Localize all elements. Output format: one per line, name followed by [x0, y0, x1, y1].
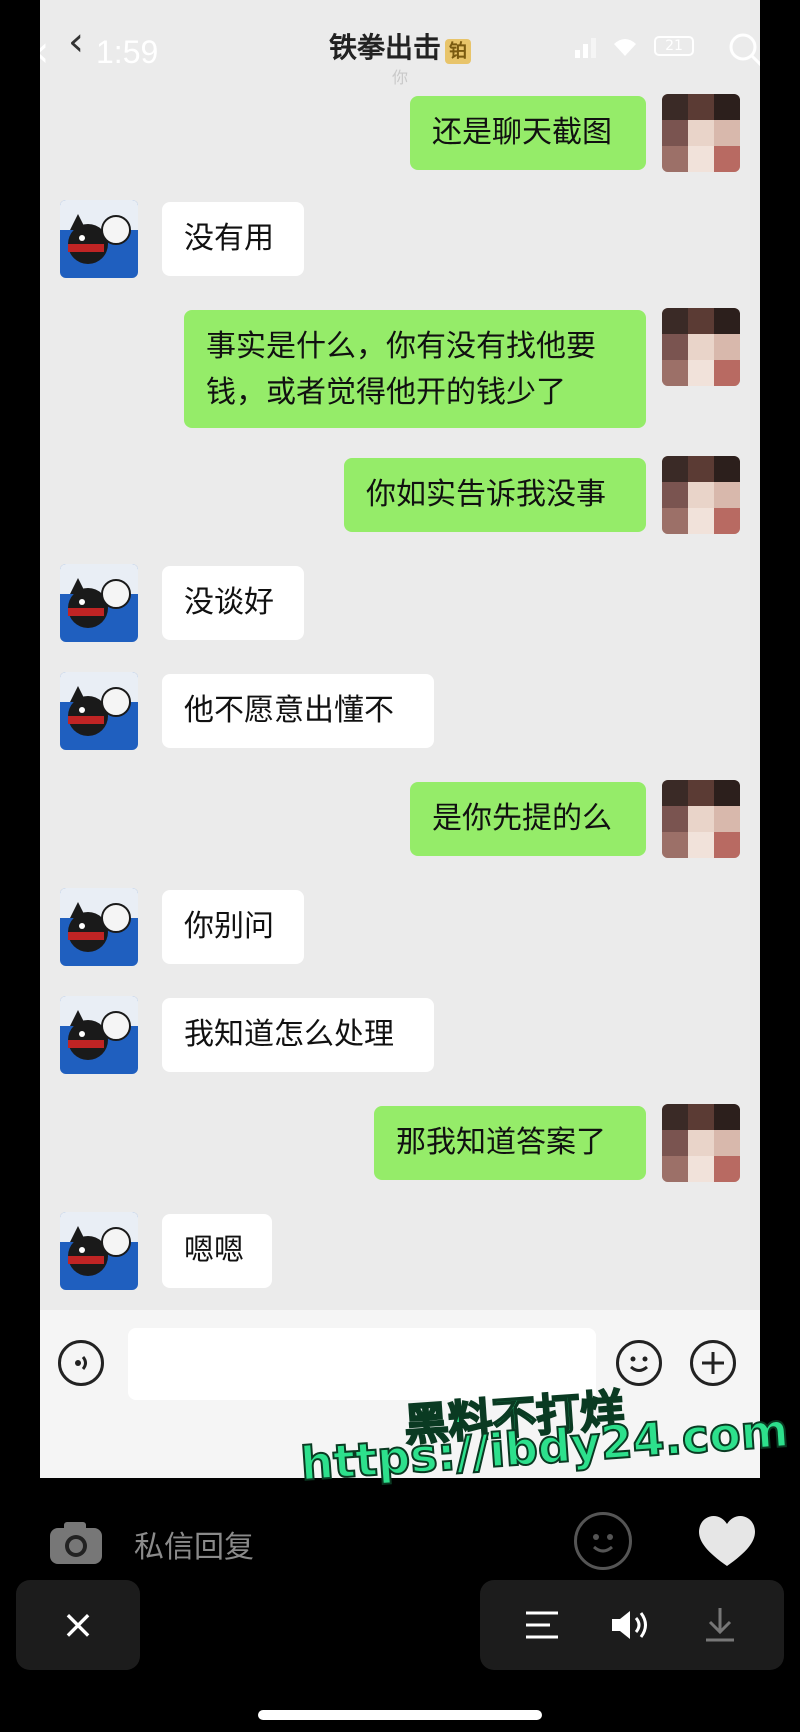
voice-icon[interactable] [58, 1340, 104, 1386]
my-avatar[interactable] [662, 780, 740, 858]
contact-avatar[interactable] [60, 996, 138, 1074]
chat-header: ‹ ‹ 1:59 铁拳出击铂 你 21 [40, 0, 760, 90]
my-avatar[interactable] [662, 1104, 740, 1182]
signal-icon [575, 34, 596, 58]
bottom-toolbar: × [0, 1580, 800, 1732]
message-bubble: 没谈好 [162, 566, 304, 640]
speaker-icon[interactable] [610, 1608, 650, 1642]
message-bubble: 事实是什么，你有没有找他要 钱，或者觉得他开的钱少了 [184, 310, 646, 428]
download-icon[interactable] [702, 1606, 738, 1644]
search-icon[interactable] [726, 30, 760, 70]
my-avatar[interactable] [662, 456, 740, 534]
close-button[interactable]: × [16, 1580, 140, 1670]
home-indicator [258, 1710, 542, 1720]
heart-icon[interactable] [694, 1510, 760, 1570]
message-bubble: 嗯嗯 [162, 1214, 272, 1288]
contact-avatar[interactable] [60, 564, 138, 642]
message-bubble: 你别问 [162, 890, 304, 964]
reply-input[interactable]: 私信回复 [134, 1522, 254, 1566]
message-bubble: 没有用 [162, 202, 304, 276]
message-bubble: 还是聊天截图 [410, 96, 646, 170]
battery-icon: 21 [654, 36, 694, 56]
chat-screenshot: ‹ ‹ 1:59 铁拳出击铂 你 21 还是聊天截图没有用事实是什么，你有没有找… [40, 0, 760, 1478]
menu-icon[interactable] [524, 1608, 560, 1642]
reply-emoji-icon[interactable] [574, 1512, 632, 1570]
plus-icon[interactable] [690, 1340, 736, 1386]
message-bubble: 他不愿意出懂不 [162, 674, 434, 748]
message-bubble: 你如实告诉我没事 [344, 458, 646, 532]
contact-avatar[interactable] [60, 888, 138, 966]
message-bubble: 我知道怎么处理 [162, 998, 434, 1072]
close-icon: × [61, 1602, 95, 1648]
emoji-icon[interactable] [616, 1340, 662, 1386]
contact-avatar[interactable] [60, 200, 138, 278]
contact-avatar[interactable] [60, 672, 138, 750]
message-bubble: 是你先提的么 [410, 782, 646, 856]
wifi-icon [614, 39, 636, 56]
title-badge: 铂 [445, 39, 471, 64]
status-icons: 21 [575, 34, 694, 58]
camera-icon[interactable] [46, 1516, 106, 1568]
contact-avatar[interactable] [60, 1212, 138, 1290]
reply-row: 私信回复 [0, 1500, 800, 1580]
media-controls [480, 1580, 784, 1670]
chat-title-text: 铁拳出击 [328, 31, 441, 64]
my-avatar[interactable] [662, 94, 740, 172]
my-avatar[interactable] [662, 308, 740, 386]
message-bubble: 那我知道答案了 [374, 1106, 646, 1180]
chat-subtitle: 你 [391, 68, 408, 87]
